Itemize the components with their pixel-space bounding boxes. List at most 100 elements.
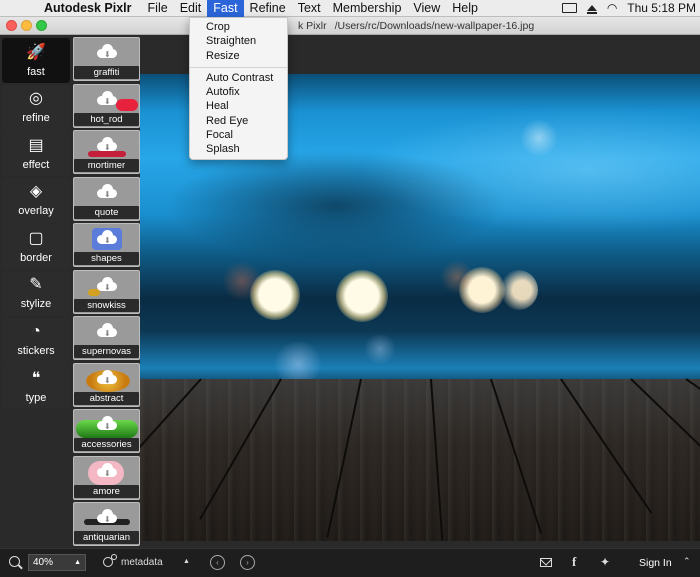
download-arrow-icon: ⬇ (104, 50, 111, 59)
zoom-value: 40% (33, 557, 54, 568)
menu-item-heal[interactable]: Heal (190, 99, 287, 113)
tool-label: effect (22, 158, 50, 171)
chevron-up-icon[interactable]: ⌃ (683, 556, 691, 567)
tool-label: border (20, 251, 52, 264)
thumb-label: supernovas (74, 345, 139, 358)
rocket-icon: 🚀 (26, 43, 46, 61)
minimize-window-button[interactable] (21, 20, 32, 31)
thumb-label: mortimer (74, 159, 139, 172)
menu-fast[interactable]: Fast (207, 0, 244, 17)
zoom-icon[interactable] (9, 556, 20, 567)
zoom-select[interactable]: 40% ▲ (28, 554, 86, 571)
menubar: Autodesk Pixlr File Edit Fast Refine Tex… (0, 0, 700, 17)
tool-fast[interactable]: 🚀 fast (2, 38, 70, 83)
thumb-label: graffiti (74, 66, 139, 79)
menu-app-name[interactable]: Autodesk Pixlr (38, 0, 142, 17)
thumb-graffiti[interactable]: ⬇ graffiti (73, 37, 140, 81)
eject-icon[interactable] (586, 5, 597, 14)
thumb-hot-rod[interactable]: ⬇ hot_rod (73, 83, 140, 128)
display-icon[interactable] (561, 3, 577, 13)
bottom-bar: 40% ▲ metadata ▲ ‹ › f ✦ Sign In ⌃ (0, 548, 700, 577)
flame-decoration (116, 98, 138, 111)
zoom-window-button[interactable] (36, 20, 47, 31)
download-arrow-icon: ⬇ (104, 143, 111, 152)
window-title: k Pixlr/Users/rc/Downloads/new-wallpaper… (298, 20, 534, 32)
menu-item-straighten[interactable]: Straighten (190, 34, 287, 48)
caret-up-icon[interactable]: ▲ (183, 558, 190, 565)
fast-menu-dropdown: Crop Straighten Resize Auto Contrast Aut… (189, 17, 288, 160)
bokeh-light (363, 334, 397, 364)
thumb-label: shapes (74, 252, 139, 265)
thumb-accessories[interactable]: ⬇ accessories (73, 409, 140, 453)
email-icon[interactable] (540, 558, 552, 567)
thumb-antiquarian[interactable]: ⬇ antiquarian (73, 502, 140, 546)
tool-label: stylize (20, 298, 52, 311)
thumb-amore[interactable]: ⬇ amore (73, 455, 140, 500)
download-arrow-icon: ⬇ (104, 375, 111, 385)
thumb-supernovas[interactable]: ⬇ supernovas (73, 316, 140, 360)
tool-overlay[interactable]: ◈ overlay (2, 177, 70, 223)
tool-effect[interactable]: ▤ effect (2, 131, 70, 177)
menu-edit[interactable]: Edit (174, 0, 208, 17)
thumb-label: accessories (74, 438, 139, 451)
quote-icon: ❝ (31, 369, 41, 387)
previous-button[interactable]: ‹ (210, 555, 225, 570)
sign-in-button[interactable]: Sign In (639, 557, 672, 569)
thumb-mortimer[interactable]: ⬇ mortimer (73, 130, 140, 174)
thumb-snowkiss[interactable]: ⬇ snowkiss (73, 269, 140, 314)
menu-item-resize[interactable]: Resize (190, 49, 287, 63)
download-arrow-icon: ⬇ (104, 96, 111, 106)
menu-help[interactable]: Help (446, 0, 484, 17)
bokeh-light (498, 270, 538, 310)
tool-type[interactable]: ❝ type (2, 364, 70, 410)
facebook-icon[interactable]: f (572, 554, 576, 570)
tool-stickers[interactable]: ◔ stickers (2, 317, 70, 363)
menu-separator (190, 66, 287, 68)
refine-icon: ◎ (29, 90, 43, 108)
thumb-quote[interactable]: ⬇ quote (73, 176, 140, 221)
wifi-icon[interactable]: ◠ (607, 1, 617, 15)
bokeh-light (336, 270, 388, 322)
tool-label: type (25, 391, 47, 404)
tool-refine[interactable]: ◎ refine (2, 84, 70, 130)
download-arrow-icon: ⬇ (104, 189, 111, 199)
thumb-shapes[interactable]: ⬇ shapes (73, 223, 140, 267)
menu-item-auto-contrast[interactable]: Auto Contrast (190, 71, 287, 85)
tool-label: overlay (18, 205, 54, 218)
close-window-button[interactable] (6, 20, 17, 31)
menu-item-red-eye[interactable]: Red Eye (190, 114, 287, 128)
tool-label: stickers (17, 345, 55, 358)
tool-panel: 🚀 fast ◎ refine ▤ effect ◈ overlay ▢ bor… (2, 38, 70, 411)
window-title-app: k Pixlr (298, 20, 327, 32)
workspace: 🚀 fast ◎ refine ▤ effect ◈ overlay ▢ bor… (0, 35, 700, 548)
tool-border[interactable]: ▢ border (2, 224, 70, 270)
menu-item-focal[interactable]: Focal (190, 128, 287, 142)
pixlr-app: Autodesk Pixlr File Edit Fast Refine Tex… (0, 0, 700, 577)
menu-item-autofix[interactable]: Autofix (190, 85, 287, 99)
window-titlebar: k Pixlr/Users/rc/Downloads/new-wallpaper… (0, 17, 700, 35)
next-button[interactable]: › (240, 555, 255, 570)
download-arrow-icon: ⬇ (104, 515, 111, 524)
tool-label: fast (27, 65, 45, 78)
bokeh-light (520, 119, 558, 157)
brush-icon: ✎ (29, 276, 43, 294)
menu-file[interactable]: File (142, 0, 174, 17)
download-arrow-icon: ⬇ (104, 329, 111, 338)
thumb-label: quote (74, 205, 139, 219)
menu-refine[interactable]: Refine (244, 0, 292, 17)
menu-item-crop[interactable]: Crop (190, 20, 287, 34)
metadata-label[interactable]: metadata (121, 557, 163, 568)
window-title-path: /Users/rc/Downloads/new-wallpaper-16.jpg (334, 20, 535, 32)
download-arrow-icon: ⬇ (104, 468, 111, 478)
menu-item-splash[interactable]: Splash (190, 142, 287, 156)
tool-stylize[interactable]: ✎ stylize (2, 270, 70, 316)
twitter-icon[interactable]: ✦ (600, 555, 610, 569)
menu-membership[interactable]: Membership (327, 0, 408, 17)
caret-up-icon: ▲ (74, 559, 81, 566)
clock[interactable]: Thu 5:18 PM (627, 1, 696, 15)
download-arrow-icon: ⬇ (104, 236, 111, 245)
metadata-icon[interactable] (103, 554, 117, 567)
thumb-abstract[interactable]: ⬇ abstract (73, 362, 140, 407)
menu-view[interactable]: View (407, 0, 446, 17)
menu-text[interactable]: Text (292, 0, 327, 17)
